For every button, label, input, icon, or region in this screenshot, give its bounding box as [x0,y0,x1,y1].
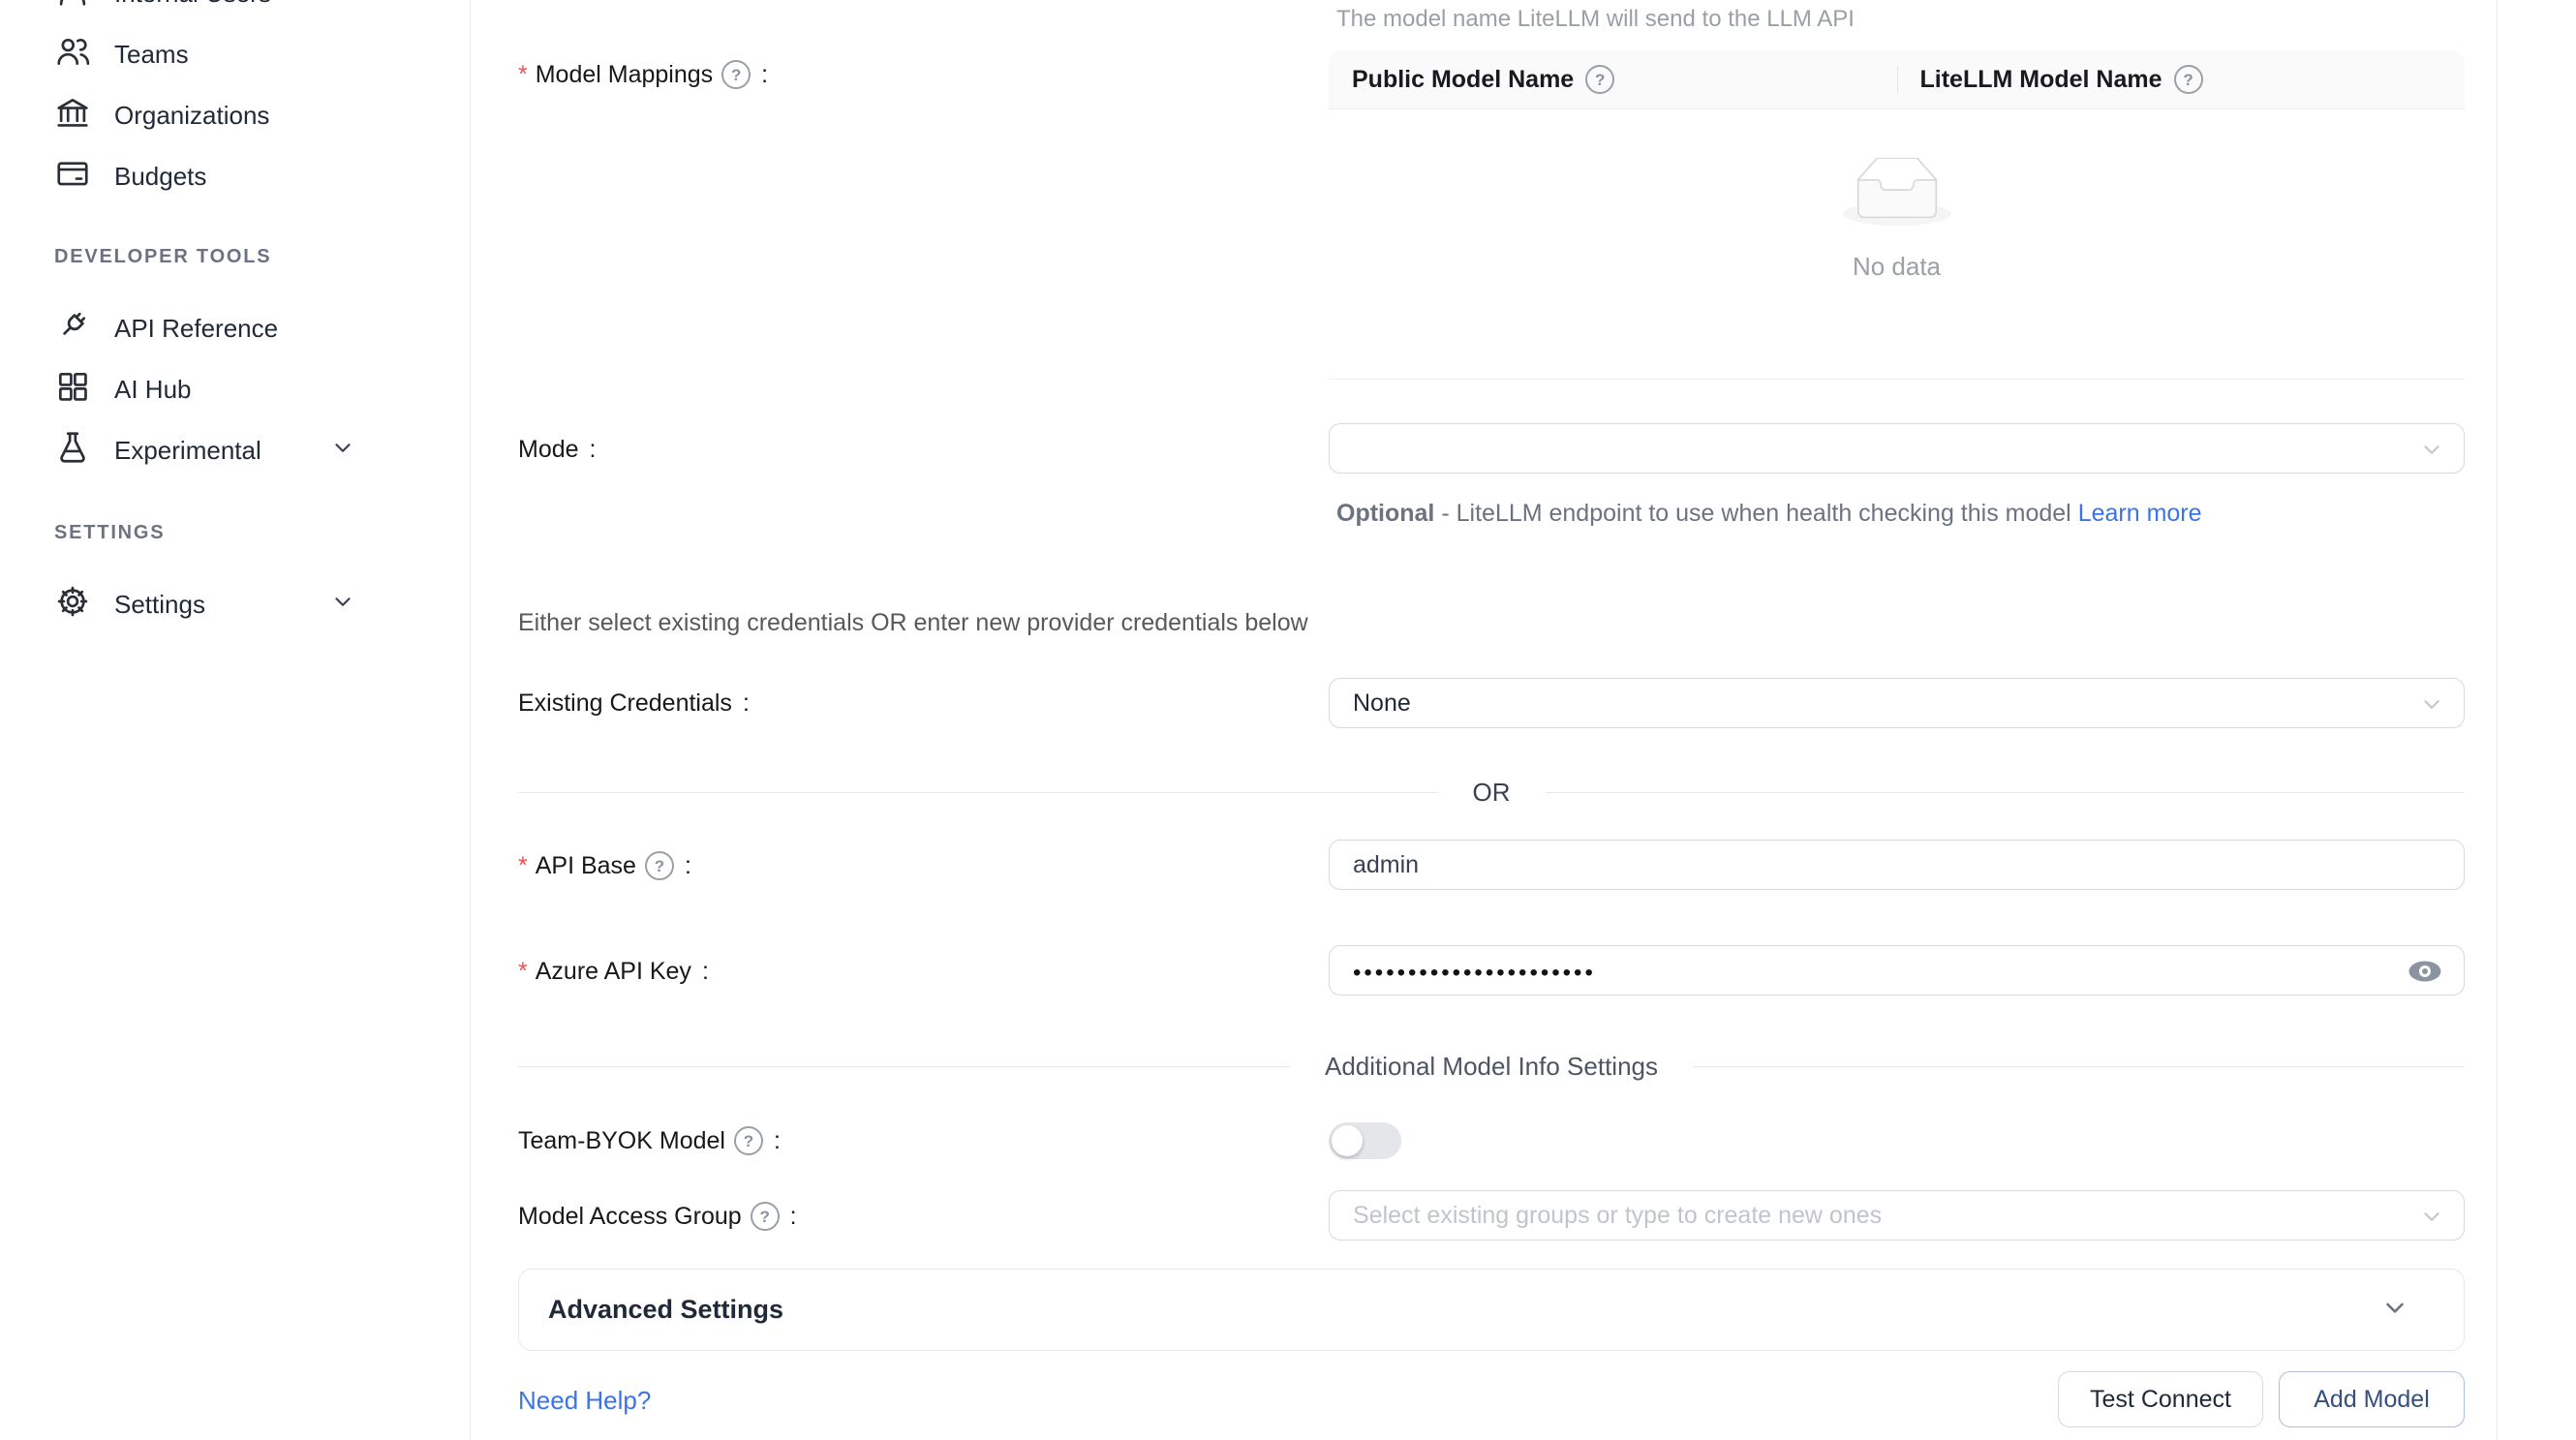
azure-api-key-input[interactable]: •••••••••••••••••••••• [1329,945,2465,996]
model-access-group-select[interactable]: Select existing groups or type to create… [1329,1190,2465,1241]
advanced-settings-title: Advanced Settings [548,1295,783,1325]
azure-api-key-label: * Azure API Key : [518,955,709,988]
sidebar-item-ai-hub[interactable]: AI Hub [0,359,470,420]
additional-model-info-divider: Additional Model Info Settings [518,1050,2465,1083]
model-access-group-placeholder: Select existing groups or type to create… [1353,1202,1882,1230]
column-litellm-model-name: LiteLLM Model Name ? [1897,50,2466,108]
chevron-down-icon [330,435,355,467]
existing-credentials-select[interactable]: None [1329,678,2465,728]
no-data-text: No data [1853,252,1941,282]
inbox-icon [1843,158,1951,232]
flask-icon [54,429,91,473]
credit-card-icon [54,155,91,199]
team-byok-toggle[interactable] [1329,1122,1401,1159]
model-mappings-label: * Model Mappings ? : [518,58,768,91]
sidebar-item-budgets[interactable]: Budgets [0,146,470,207]
sidebar-item-experimental[interactable]: Experimental [0,420,470,481]
sidebar-item-label: Internal Users [114,0,271,9]
test-connect-button[interactable]: Test Connect [2058,1371,2263,1427]
question-circle-icon[interactable]: ? [721,60,751,89]
divider-line [1546,792,2466,793]
existing-credentials-value: None [1353,689,1411,718]
chevron-down-icon [2419,1204,2444,1236]
question-circle-icon[interactable]: ? [734,1126,763,1155]
sidebar-item-internal-users[interactable]: Internal Users [0,0,470,24]
or-divider: OR [518,776,2465,809]
question-circle-icon[interactable]: ? [645,851,674,880]
gear-icon [54,583,91,627]
bank-icon [54,94,91,138]
mode-helper-text: Optional - LiteLLM endpoint to use when … [1336,495,2218,533]
model-mappings-table: Public Model Name ? LiteLLM Model Name ? [1329,50,2465,380]
add-model-form: The model name LiteLLM will send to the … [471,0,2576,1440]
toggle-knob [1332,1125,1363,1156]
grid-icon [54,368,91,412]
sidebar-item-label: Organizations [114,101,269,131]
sidebar-item-label: Settings [114,590,205,620]
user-icon [54,0,91,15]
eye-icon[interactable] [2404,955,2446,988]
question-circle-icon[interactable]: ? [2174,65,2203,94]
api-base-label: * API Base ? : [518,849,691,882]
required-asterisk: * [518,61,528,89]
api-plug-icon [54,307,91,351]
content-right-border [2497,0,2498,1440]
table-header: Public Model Name ? LiteLLM Model Name ? [1329,50,2465,109]
team-byok-label: Team-BYOK Model ? : [518,1124,781,1157]
divider-line [518,792,1438,793]
existing-credentials-label: Existing Credentials : [518,687,750,720]
required-asterisk: * [518,852,528,880]
sidebar-item-label: Budgets [114,162,206,192]
credentials-note: Either select existing credentials OR en… [518,609,1308,637]
required-asterisk: * [518,958,528,986]
sidebar-item-organizations[interactable]: Organizations [0,85,470,146]
need-help-link[interactable]: Need Help? [518,1386,651,1416]
sidebar-item-label: Experimental [114,436,261,466]
question-circle-icon[interactable]: ? [1585,65,1614,94]
add-model-button[interactable]: Add Model [2279,1371,2465,1427]
table-empty-body: No data [1329,109,2465,379]
sidebar-section-settings: SETTINGS [0,518,470,547]
chevron-down-icon [2419,691,2444,723]
sidebar-item-label: Teams [114,40,189,70]
sidebar: Internal Users Teams Organizations Budge… [0,0,471,1440]
mode-label: Mode : [518,433,597,466]
litellm-model-name-helper: The model name LiteLLM will send to the … [1336,6,1855,33]
api-base-value: admin [1353,851,1419,879]
learn-more-link[interactable]: Learn more [2078,500,2202,527]
sidebar-section-developer-tools: DEVELOPER TOOLS [0,242,470,271]
question-circle-icon[interactable]: ? [751,1202,780,1231]
divider-line [1693,1066,2465,1067]
sidebar-item-api-reference[interactable]: API Reference [0,298,470,359]
mode-select[interactable] [1329,423,2465,474]
api-base-input[interactable]: admin [1329,840,2465,890]
sidebar-item-settings[interactable]: Settings [0,574,470,635]
model-access-group-label: Model Access Group ? : [518,1200,797,1233]
advanced-settings-accordion[interactable]: Advanced Settings [518,1269,2465,1351]
masked-password-value: •••••••••••••••••••••• [1353,956,1596,985]
chevron-down-icon [2380,1293,2409,1327]
team-icon [54,33,91,77]
chevron-down-icon [2419,437,2444,469]
divider-line [518,1066,1290,1067]
sidebar-item-label: AI Hub [114,375,192,405]
chevron-down-icon [330,589,355,621]
sidebar-item-label: API Reference [114,314,278,344]
column-public-model-name: Public Model Name ? [1329,50,1897,108]
sidebar-item-teams[interactable]: Teams [0,24,470,85]
